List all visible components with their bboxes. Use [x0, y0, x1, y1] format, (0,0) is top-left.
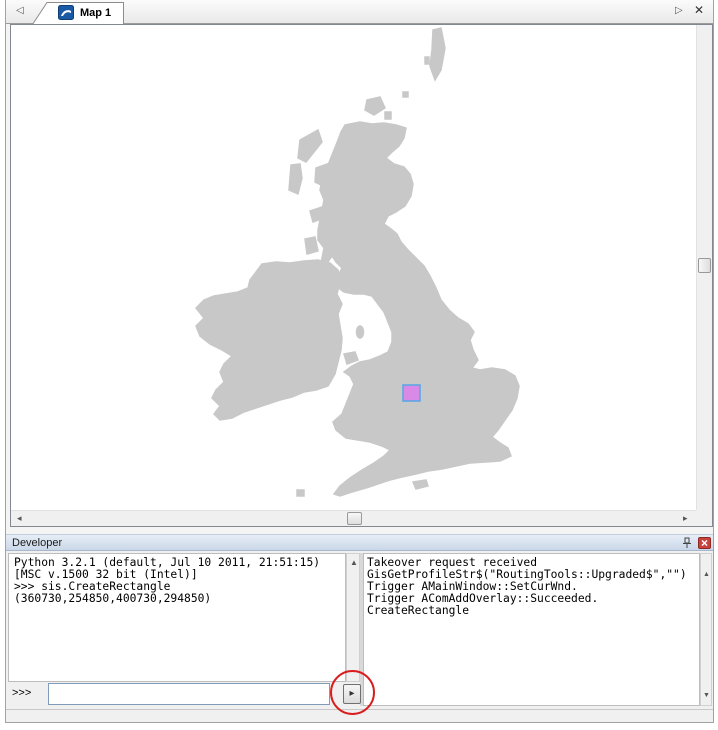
islay-island: [304, 236, 319, 255]
ireland-landmass: [194, 259, 343, 421]
document-tab-bar: ◁ Map 1 ▷ ✕: [6, 0, 713, 25]
scroll-up-icon[interactable]: ▲: [350, 558, 358, 568]
map-view: ◂ ▸: [10, 24, 713, 527]
uist-island: [288, 163, 303, 196]
map-horizontal-scrollbar[interactable]: ◂ ▸: [11, 510, 696, 526]
scrollbar-corner: [696, 510, 712, 526]
close-icon[interactable]: [698, 537, 711, 549]
map-drawing[interactable]: [11, 25, 696, 510]
output-line: CreateRectangle: [367, 604, 470, 617]
scroll-up-icon[interactable]: ▲: [703, 570, 710, 580]
command-input[interactable]: [48, 683, 330, 705]
developer-title-bar[interactable]: Developer: [6, 534, 713, 551]
anglesey-island: [343, 351, 359, 365]
console-scrollbar[interactable]: ▲: [346, 553, 360, 682]
scroll-left-icon[interactable]: ◂: [17, 513, 22, 523]
console-prompt: >>>: [12, 687, 32, 699]
output-scrollbar[interactable]: ▲ ▼: [700, 553, 712, 706]
python-console[interactable]: Python 3.2.1 (default, Jul 10 2011, 21:5…: [8, 553, 346, 682]
isle-of-wight-island: [411, 479, 429, 490]
scroll-right-icon[interactable]: ▸: [683, 513, 688, 523]
developer-title: Developer: [12, 537, 63, 549]
map-vertical-scroll-thumb[interactable]: [698, 258, 711, 273]
orkney-islet: [384, 111, 392, 120]
map-app-icon: [58, 5, 74, 20]
shetland-island: [429, 27, 446, 82]
pin-icon[interactable]: [681, 537, 693, 549]
map-vertical-scrollbar[interactable]: [696, 25, 712, 510]
map-canvas[interactable]: [11, 25, 696, 510]
scroll-down-icon[interactable]: ▼: [703, 691, 710, 701]
isle-of-man-island: [355, 325, 365, 339]
map-horizontal-scroll-thumb[interactable]: [347, 512, 362, 525]
orkney-island: [364, 96, 386, 116]
close-tab-icon[interactable]: ✕: [694, 4, 704, 16]
selected-rectangle[interactable]: [402, 384, 421, 402]
tab-scroll-right-icon[interactable]: ▷: [675, 5, 683, 17]
great-britain-landmass: [317, 121, 520, 497]
console-line: (360730,254850,400730,294850): [14, 592, 212, 605]
tab-scroll-left-icon[interactable]: ◁: [16, 5, 24, 17]
fair-isle-islet: [402, 91, 409, 98]
shetland-islet: [424, 56, 430, 65]
output-log[interactable]: Takeover request received GisGetProfileS…: [363, 553, 700, 706]
map-tab-label[interactable]: Map 1: [80, 7, 111, 19]
scilly-islet: [296, 489, 305, 497]
highlight-circle: [330, 670, 375, 715]
lewis-island: [297, 128, 323, 163]
